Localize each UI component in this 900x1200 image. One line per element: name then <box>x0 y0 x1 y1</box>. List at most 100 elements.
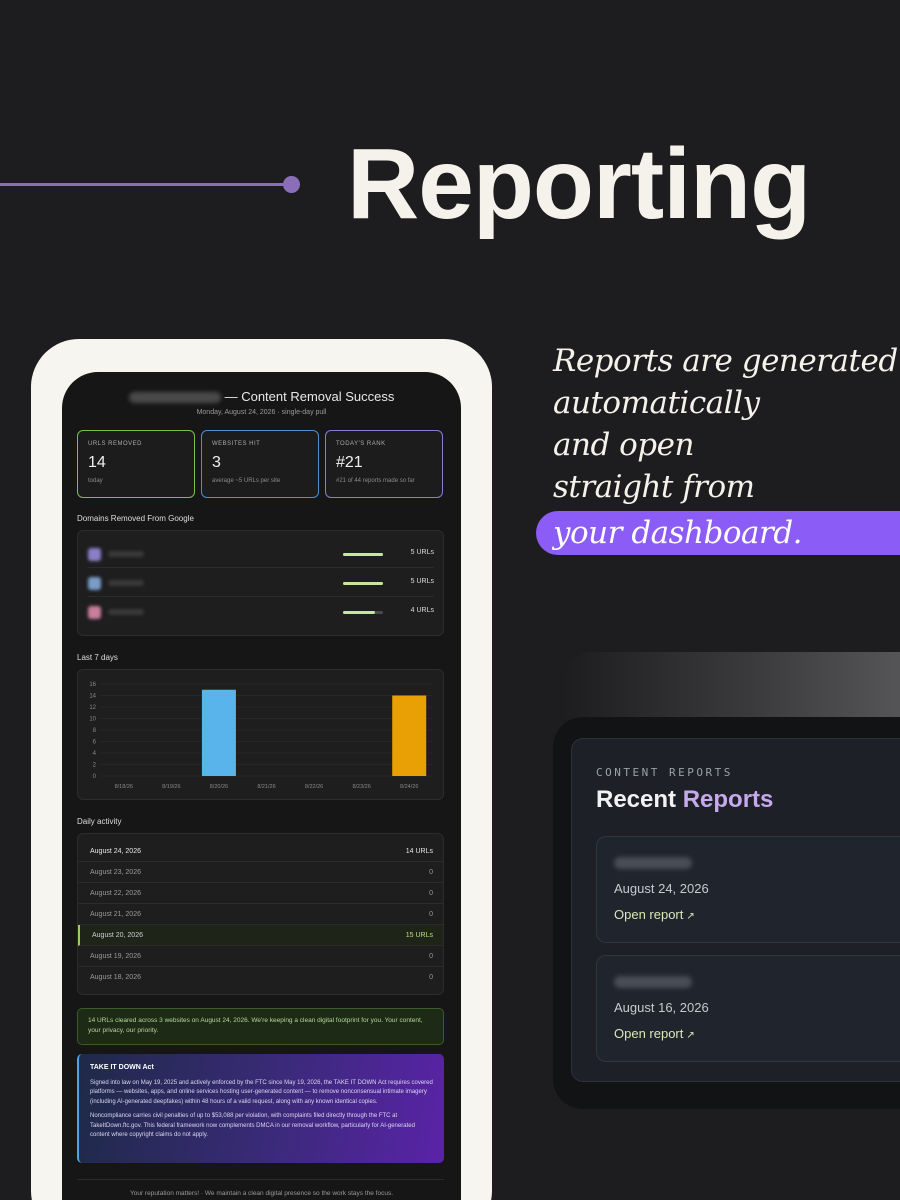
y-tick-label: 2 <box>93 763 97 769</box>
panel-eyebrow: CONTENT REPORTS <box>596 766 733 779</box>
panel-title: Recent Reports <box>596 786 774 813</box>
report-date: August 24, 2026 <box>614 881 709 896</box>
law-card: TAKE IT DOWN Act Signed into law on May … <box>77 1054 444 1163</box>
y-tick-label: 12 <box>89 705 96 711</box>
stat-note: average ~5 URLs per site <box>212 478 281 484</box>
activity-row: August 24, 2026 14 URLs <box>78 841 443 862</box>
divider <box>77 1179 444 1180</box>
activity-value: 0 <box>429 974 433 981</box>
x-tick-label: 8/24/26 <box>400 784 418 790</box>
x-tick-label: 8/21/26 <box>257 784 275 790</box>
x-tick-label: 8/18/26 <box>115 784 133 790</box>
bar-chart: 0 2 4 6 8 10 12 14 16 8/18/26 8/19/26 8/20/26 8/21/2… <box>89 682 433 790</box>
stat-note: today <box>88 478 103 484</box>
x-tick-label: 8/23/26 <box>352 784 370 790</box>
activity-value: 0 <box>429 890 433 897</box>
domain-bar <box>343 582 383 585</box>
arrow-up-right-icon: ↗ <box>686 911 695 922</box>
domain-name-redacted <box>108 551 144 557</box>
stat-label: WEBSITES HIT <box>212 441 261 447</box>
client-name-redacted <box>614 857 692 869</box>
stat-websites-hit: WEBSITES HIT 3 average ~5 URLs per site <box>201 430 319 498</box>
y-tick-label: 8 <box>93 728 97 734</box>
tagline-line: straight from <box>553 469 755 505</box>
report-subtitle: Monday, August 24, 2026 · single-day pul… <box>196 409 327 416</box>
activity-value: 14 URLs <box>405 848 433 855</box>
tagline: Reports are generated automatically and … <box>553 340 898 508</box>
tagline-line: and open <box>553 427 694 463</box>
report-card[interactable]: August 16, 2026 Open report ↗ <box>596 955 900 1062</box>
activity-row: August 19, 2026 0 <box>78 946 443 967</box>
domain-bar <box>343 553 383 556</box>
tagline-highlight: your dashboard. <box>553 515 803 551</box>
activity-date: August 18, 2026 <box>90 974 141 981</box>
arrow-up-right-icon: ↗ <box>686 1030 695 1041</box>
activity-row: August 21, 2026 0 <box>78 904 443 925</box>
open-report-link[interactable]: Open report ↗ <box>614 907 695 922</box>
tagline-line: automatically <box>553 385 760 421</box>
activity-value: 0 <box>429 953 433 960</box>
header-line <box>0 183 292 186</box>
y-tick-label: 4 <box>93 751 97 757</box>
y-tick-label: 10 <box>89 717 96 723</box>
activity-value: 0 <box>429 869 433 876</box>
report-footer: Your reputation matters! · We maintain a… <box>129 1190 394 1197</box>
activity-heading: Daily activity <box>77 817 122 826</box>
stat-value: #21 <box>336 454 363 471</box>
y-tick-label: 14 <box>89 694 96 700</box>
favicon-icon <box>88 548 101 561</box>
x-tick-label: 8/19/26 <box>162 784 180 790</box>
activity-row: August 22, 2026 0 <box>78 883 443 904</box>
law-paragraph: Noncompliance carries civil penalties of… <box>90 1113 415 1138</box>
open-report-link[interactable]: Open report ↗ <box>614 1026 695 1041</box>
domains-heading: Domains Removed From Google <box>77 514 194 523</box>
activity-row: August 18, 2026 0 <box>78 967 443 988</box>
domain-row: 4 URLs <box>88 598 434 626</box>
activity-date: August 23, 2026 <box>90 869 141 876</box>
domain-row: 5 URLs <box>88 569 434 597</box>
domain-name-redacted <box>108 609 144 615</box>
report-card[interactable]: August 24, 2026 Open report ↗ <box>596 836 900 943</box>
x-tick-label: 8/22/26 <box>305 784 323 790</box>
favicon-icon <box>88 606 101 619</box>
stat-urls-removed: URLS REMOVED 14 today <box>77 430 195 498</box>
domain-count: 4 URLs <box>410 607 434 614</box>
activity-value: 0 <box>429 911 433 918</box>
activity-date: August 19, 2026 <box>90 953 141 960</box>
client-name-redacted <box>614 976 692 988</box>
stat-value: 3 <box>212 454 221 471</box>
stat-todays-rank: TODAY'S RANK #21 #21 of 44 reports made … <box>325 430 443 498</box>
domains-card: 5 URLs 5 URLs 4 URLs <box>77 530 444 636</box>
client-name-redacted <box>128 392 221 404</box>
bar <box>392 695 427 776</box>
panel-glow <box>563 652 900 722</box>
law-paragraph: Signed into law on May 19, 2025 and acti… <box>90 1079 433 1105</box>
activity-value: 15 URLs <box>405 932 433 939</box>
activity-card: August 24, 2026 14 URLs August 23, 2026 0 Au… <box>77 833 444 995</box>
activity-date: August 20, 2026 <box>92 932 143 939</box>
stat-value: 14 <box>88 454 106 471</box>
activity-date: August 22, 2026 <box>90 890 141 897</box>
domain-count: 5 URLs <box>410 578 434 585</box>
favicon-icon <box>88 577 101 590</box>
domain-row: 5 URLs <box>88 540 434 568</box>
activity-date: August 21, 2026 <box>90 911 141 918</box>
summary-note: 14 URLs cleared across 3 websites on Aug… <box>77 1008 444 1045</box>
activity-row: August 23, 2026 0 <box>78 862 443 883</box>
domain-bar <box>343 611 383 614</box>
y-tick-label: 16 <box>89 682 96 688</box>
y-tick-label: 0 <box>93 774 97 780</box>
domain-name-redacted <box>108 580 144 586</box>
x-tick-label: 8/20/26 <box>210 784 228 790</box>
activity-date: August 24, 2026 <box>90 848 141 855</box>
header-dot <box>283 176 300 193</box>
stat-label: TODAY'S RANK <box>336 441 386 447</box>
tagline-line: Reports are generated <box>553 343 898 379</box>
y-tick-label: 6 <box>93 740 97 746</box>
activity-row: August 20, 2026 15 URLs <box>78 925 443 946</box>
bar <box>201 689 236 776</box>
law-title: TAKE IT DOWN Act <box>90 1064 154 1071</box>
stat-note: #21 of 44 reports made so far <box>336 478 415 484</box>
page-title: Reporting <box>347 128 811 240</box>
chart-card: 0 2 4 6 8 10 12 14 16 8/18/26 8/19/26 8/20/26 8/21/2… <box>77 669 444 800</box>
